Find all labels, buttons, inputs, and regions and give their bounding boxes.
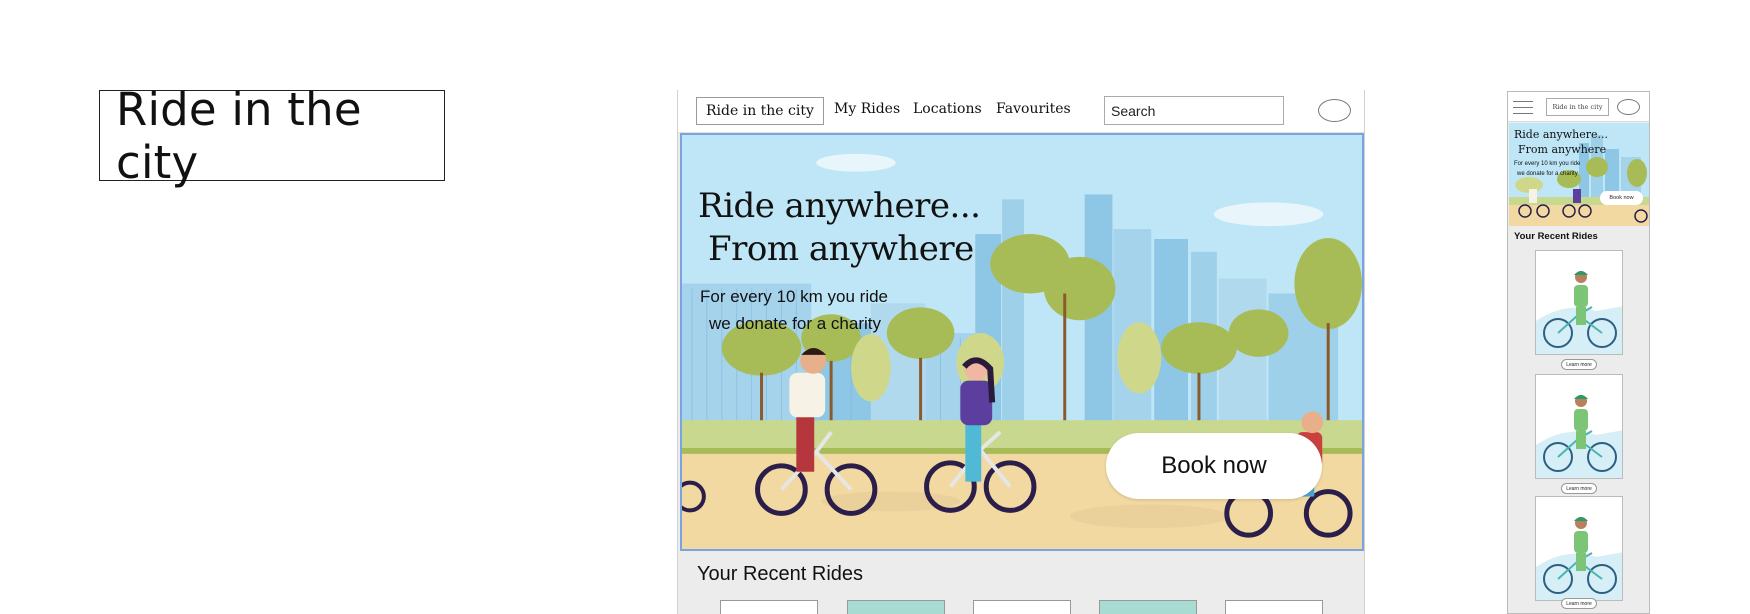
cyclist-illustration (1536, 251, 1622, 354)
cyclist-illustration (1536, 375, 1622, 478)
ride-card[interactable] (847, 600, 945, 614)
learn-more-button[interactable]: Learn more (1561, 359, 1597, 370)
search-input[interactable] (1104, 96, 1284, 125)
hamburger-menu-icon[interactable] (1513, 101, 1533, 114)
ride-card-image[interactable] (1535, 374, 1623, 479)
hero-headline-line1: Ride anywhere... (698, 186, 981, 226)
title-text: Ride in the city (116, 82, 362, 189)
title-box: Ride in the city (99, 83, 445, 189)
mobile-hero-subtext: For every 10 km you ride we donate for a… (1514, 159, 1580, 179)
hero-banner: Ride anywhere... From anywhere For every… (680, 133, 1364, 551)
mobile-hero-banner: Ride anywhere... From anywhere For every… (1509, 123, 1649, 226)
mobile-hero-subtext-line1: For every 10 km you ride (1514, 161, 1581, 167)
mobile-hero-headline-line1: Ride anywhere... (1514, 128, 1608, 141)
mobile-avatar[interactable] (1617, 99, 1640, 115)
ride-card-image[interactable] (1535, 250, 1623, 355)
book-now-button[interactable]: Book now (1106, 433, 1322, 499)
nav-link-favourites[interactable]: Favourites (996, 101, 1071, 117)
mobile-navbar: Ride in the city (1508, 92, 1649, 122)
hero-headline-line2: From anywhere (708, 229, 974, 269)
desktop-mockup: Ride in the city My Rides Locations Favo… (677, 90, 1365, 614)
cyclist-illustration (1536, 497, 1622, 600)
learn-more-button[interactable]: Learn more (1561, 598, 1597, 609)
learn-more-button[interactable]: Learn more (1561, 483, 1597, 494)
mobile-brand-logo[interactable]: Ride in the city (1546, 98, 1609, 116)
mobile-hero-headline: Ride anywhere... From anywhere (1514, 127, 1608, 157)
hero-subtext: For every 10 km you ride we donate for a… (700, 283, 888, 337)
canvas: Ride in the city Ride in the city My Rid… (0, 0, 1750, 614)
avatar[interactable] (1318, 99, 1351, 122)
ride-card-image[interactable] (1535, 496, 1623, 601)
ride-card[interactable] (973, 600, 1071, 614)
desktop-navbar: Ride in the city My Rides Locations Favo… (678, 90, 1364, 133)
hero-subtext-line2: we donate for a charity (709, 314, 881, 333)
mobile-hero-headline-line2: From anywhere (1518, 143, 1607, 156)
hero-subtext-line1: For every 10 km you ride (700, 287, 889, 306)
nav-link-locations[interactable]: Locations (913, 101, 982, 117)
ride-card[interactable] (1099, 600, 1197, 614)
ride-card[interactable] (1225, 600, 1323, 614)
desktop-brand-logo[interactable]: Ride in the city (696, 97, 824, 125)
mobile-book-now-button[interactable]: Book now (1600, 191, 1643, 205)
nav-link-my-rides[interactable]: My Rides (834, 101, 900, 117)
ride-card[interactable] (720, 600, 818, 614)
mobile-hero-subtext-line2: we donate for a charity (1517, 171, 1578, 177)
hero-headline: Ride anywhere... From anywhere (698, 185, 981, 271)
recent-rides-heading: Your Recent Rides (697, 563, 864, 585)
mobile-mockup: Ride in the city Ride anywhere... From a… (1507, 91, 1650, 614)
mobile-recent-rides-heading: Your Recent Rides (1514, 231, 1598, 242)
